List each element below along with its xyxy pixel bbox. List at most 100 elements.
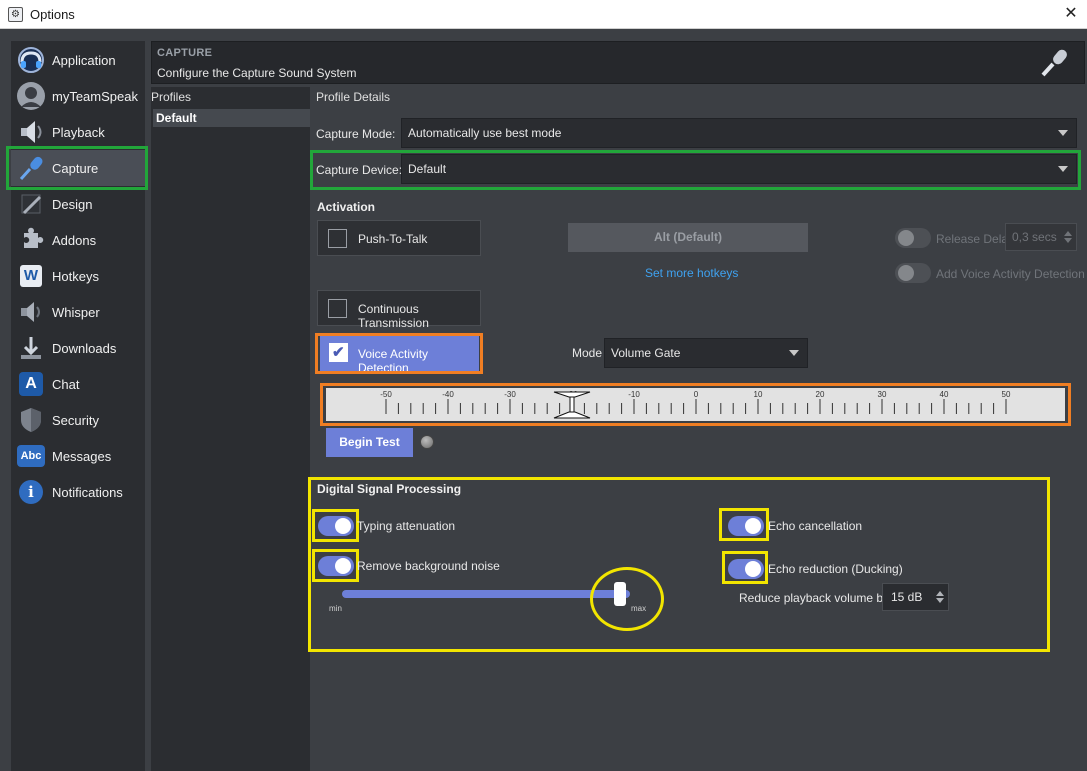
abc-message-icon: Abc xyxy=(15,440,47,472)
meter-tick-label: 10 xyxy=(754,390,763,399)
teamspeak-logo-icon xyxy=(15,44,47,76)
add-vad-label: Add Voice Activity Detection xyxy=(936,267,1085,281)
checkbox-checked-icon: ✔ xyxy=(329,343,348,362)
nav-label-playback: Playback xyxy=(52,124,105,140)
spin-down-icon[interactable] xyxy=(936,598,944,603)
shield-icon xyxy=(15,404,47,436)
activation-heading: Activation xyxy=(317,200,376,214)
echo-cancellation-label: Echo cancellation xyxy=(768,519,863,533)
toggle-knob xyxy=(898,230,914,246)
puzzle-icon xyxy=(15,224,47,256)
capture-mode-value: Automatically use best mode xyxy=(408,126,562,140)
nav-label-security: Security xyxy=(52,412,99,428)
nav-item-hotkeys[interactable]: W Hotkeys xyxy=(11,258,145,294)
page-subtitle: Configure the Capture Sound System xyxy=(157,66,357,80)
profile-item-default[interactable]: Default xyxy=(153,109,310,127)
capture-device-select[interactable]: Default xyxy=(401,154,1077,184)
capture-device-value: Default xyxy=(408,162,447,176)
meter-tick-label: -40 xyxy=(442,390,454,399)
nav-label-addons: Addons xyxy=(52,232,97,248)
meter-tick-label: -50 xyxy=(380,390,392,399)
set-more-hotkeys-link[interactable]: Set more hotkeys xyxy=(645,266,738,280)
vad-label: Voice Activity Detection xyxy=(358,347,429,375)
chat-a-glyph: A xyxy=(19,372,43,396)
reduce-volume-value: 15 dB xyxy=(891,590,923,604)
echo-reduction-label: Echo reduction (Ducking) xyxy=(768,562,903,576)
spin-up-icon[interactable] xyxy=(936,591,944,596)
begin-test-button[interactable]: Begin Test xyxy=(326,428,413,457)
remove-noise-toggle[interactable] xyxy=(318,556,354,576)
nav-item-chat[interactable]: A Chat xyxy=(11,366,145,402)
remove-noise-label: Remove background noise xyxy=(357,559,500,573)
toggle-knob xyxy=(335,558,351,574)
nav-label-myteamspeak: myTeamSpeak xyxy=(52,88,138,104)
nav-label-messages: Messages xyxy=(52,448,112,464)
release-delay-label: Release Delay xyxy=(936,232,1015,246)
reduce-volume-spinbox[interactable]: 15 dB xyxy=(882,583,949,611)
options-nav: Application myTeamSpeak Playback Capture… xyxy=(11,41,145,771)
chevron-down-icon xyxy=(1058,130,1068,136)
microphone-icon xyxy=(15,152,47,184)
nav-label-notifications: Notifications xyxy=(52,484,123,500)
nav-label-capture: Capture xyxy=(52,160,99,176)
whisper-speaker-icon xyxy=(15,296,47,328)
meter-tick-label: 30 xyxy=(878,390,887,399)
checkbox-square-icon xyxy=(328,299,347,318)
nav-item-downloads[interactable]: Downloads xyxy=(11,330,145,366)
brush-icon xyxy=(15,188,47,220)
w-key-glyph: W xyxy=(20,265,42,287)
hotkey-button: Alt (Default) xyxy=(568,223,808,252)
w-key-icon: W xyxy=(15,260,47,292)
nav-item-capture[interactable]: Capture xyxy=(11,150,145,186)
mode-label: Mode xyxy=(572,346,603,360)
echo-cancellation-toggle[interactable] xyxy=(728,516,764,536)
chevron-down-icon xyxy=(789,350,799,356)
meter-tick-label: 50 xyxy=(1002,390,1011,399)
nav-item-myteamspeak[interactable]: myTeamSpeak xyxy=(11,78,145,114)
noise-slider-handle[interactable] xyxy=(614,582,626,606)
continuous-transmission-checkbox[interactable]: Continuous Transmission xyxy=(317,290,481,330)
vad-mode-select[interactable]: Volume Gate xyxy=(604,338,808,368)
nav-label-application: Application xyxy=(52,52,116,68)
typing-attenuation-toggle[interactable] xyxy=(318,516,354,536)
nav-item-design[interactable]: Design xyxy=(11,186,145,222)
push-to-talk-label: Push-To-Talk xyxy=(358,232,428,246)
release-delay-value: 0,3 secs xyxy=(1012,230,1057,244)
profile-details-heading: Profile Details xyxy=(316,90,391,104)
nav-item-addons[interactable]: Addons xyxy=(11,222,145,258)
nav-item-messages[interactable]: Abc Messages xyxy=(11,438,145,474)
close-button[interactable]: ✕ xyxy=(1061,4,1081,24)
info-glyph: i xyxy=(19,480,43,504)
title-bar: ⚙ Options ✕ xyxy=(0,0,1087,29)
toggle-knob xyxy=(898,265,914,281)
abc-glyph: Abc xyxy=(17,445,45,467)
capture-device-label: Capture Device: xyxy=(316,163,403,177)
reduce-volume-label: Reduce playback volume by: xyxy=(739,591,893,605)
nav-item-playback[interactable]: Playback xyxy=(11,114,145,150)
volume-gate-meter[interactable]: -50-40-30-20-1001020304050 xyxy=(326,388,1065,421)
spin-down-icon xyxy=(1064,238,1072,243)
vad-checkbox[interactable]: ✔ Voice Activity Detection xyxy=(320,335,479,375)
test-status-led-icon xyxy=(420,435,434,449)
nav-label-chat: Chat xyxy=(52,376,80,392)
noise-reduction-slider[interactable] xyxy=(342,590,630,598)
download-arrow-icon xyxy=(15,332,47,364)
nav-item-application[interactable]: Application xyxy=(11,42,145,78)
nav-label-downloads: Downloads xyxy=(52,340,117,356)
nav-item-security[interactable]: Security xyxy=(11,402,145,438)
page-header: CAPTURE Configure the Capture Sound Syst… xyxy=(151,41,1085,84)
nav-item-whisper[interactable]: Whisper xyxy=(11,294,145,330)
user-avatar-icon xyxy=(15,80,47,112)
page-title: CAPTURE xyxy=(157,47,213,59)
nav-item-notifications[interactable]: i Notifications xyxy=(11,474,145,510)
slider-max-label: max xyxy=(631,604,647,613)
echo-reduction-toggle[interactable] xyxy=(728,559,764,579)
meter-scale: -50-40-30-20-1001020304050 xyxy=(380,390,1011,419)
push-to-talk-checkbox[interactable]: Push-To-Talk xyxy=(317,220,481,256)
capture-mode-select[interactable]: Automatically use best mode xyxy=(401,118,1077,148)
profiles-panel: Profiles Default xyxy=(151,87,310,771)
profiles-heading: Profiles xyxy=(151,90,192,104)
continuous-transmission-label: Continuous Transmission xyxy=(358,302,429,330)
toggle-knob xyxy=(745,518,761,534)
nav-label-whisper: Whisper xyxy=(52,304,100,320)
